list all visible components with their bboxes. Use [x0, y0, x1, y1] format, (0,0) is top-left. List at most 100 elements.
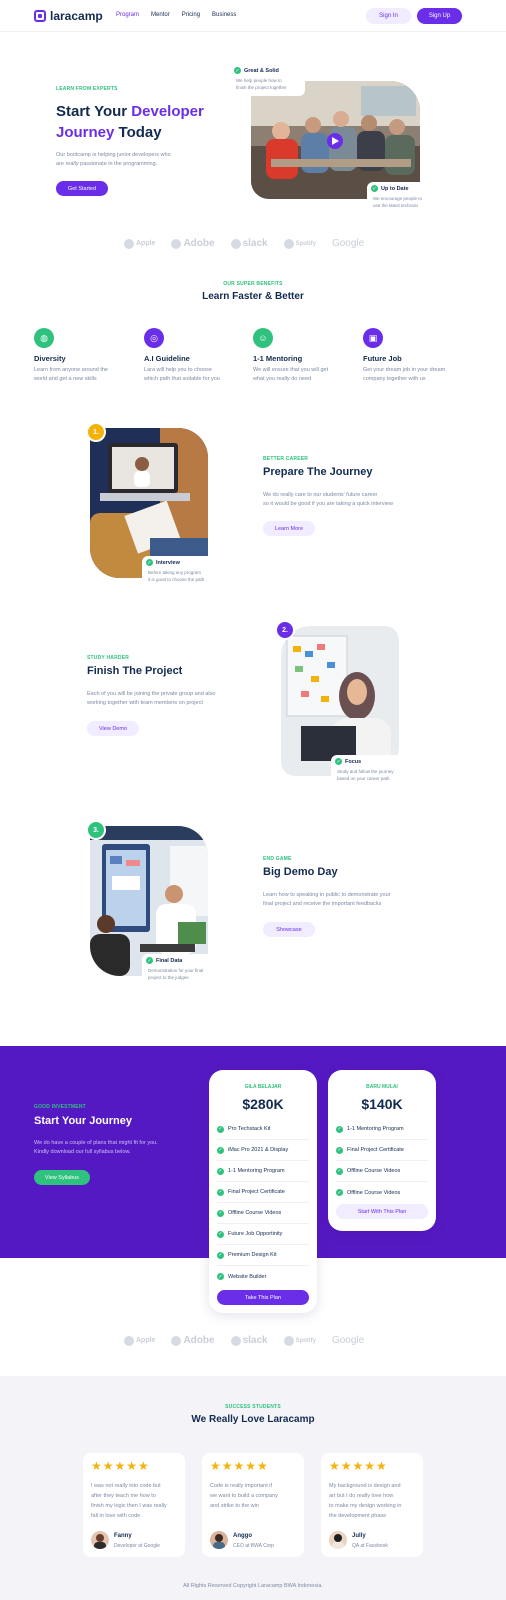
slack-icon [230, 238, 241, 249]
hero-desc-line: Our bootcamp is helping junior developer… [56, 152, 171, 158]
nav-pricing[interactable]: Pricing [182, 12, 200, 18]
step-title: Big Demo Day [263, 866, 338, 878]
tag-sub-line: finish the project together [236, 85, 287, 90]
tag-sub: Before taking any program it is good to c… [146, 569, 218, 583]
step-eyebrow: BETTER CAREER [263, 456, 309, 462]
sign-in-button[interactable]: Sign In [366, 8, 411, 24]
plan-feature-item: ✓ Future Job Opportinity [217, 1224, 309, 1245]
tag-sub-line: project to the judges [148, 975, 189, 980]
avatar [210, 1531, 228, 1549]
tag-sub: We encourage people to use the latest tec… [371, 195, 433, 209]
feature-title: A.I Guideline [144, 354, 190, 363]
view-demo-button[interactable]: View Demo [87, 721, 139, 736]
hero-title-highlight-2: Journey [56, 124, 115, 141]
step-eyebrow: END GAME [263, 856, 292, 862]
showcase-button[interactable]: Showcase [263, 922, 315, 937]
feature-title: 1-1 Mentoring [253, 354, 303, 363]
plan-feature-text: iMac Pro 2021 & Display [228, 1147, 289, 1153]
check-icon: ✓ [217, 1251, 224, 1259]
check-icon: ✓ [336, 1125, 343, 1133]
pricing-desc: We do have a couple of plans that might … [34, 1139, 158, 1157]
brand-text: Google [331, 1335, 365, 1346]
focus-tag: ✓ Focus Study and follow the journey based… [331, 755, 411, 789]
start-with-this-plan-button[interactable]: Start With This Plan [336, 1204, 428, 1219]
pricing-title: Start Your Journey [34, 1115, 133, 1127]
rating-stars-icon: ★★★★★ [329, 1459, 388, 1473]
testimonial-line: fall in love with code [91, 1513, 141, 1519]
tag-sub-line: We encourage people to [373, 196, 422, 201]
plan-feature-item: ✓ 1-1 Mentoring Program [336, 1119, 428, 1140]
testimonial-name: Anggo [233, 1533, 252, 1539]
plan-card-gila-belajar: GILA BELAJAR $280K ✓ Pro Techstack Kit ✓ i… [209, 1070, 317, 1313]
spotify-icon [283, 1335, 294, 1346]
check-icon: ✓ [336, 1189, 343, 1196]
slack-icon [230, 1335, 241, 1346]
feature-desc-line: company together with us [363, 376, 426, 382]
feature-desc-line: We will ensure that you will get [253, 367, 329, 373]
feature-desc: Learn from anyone around the world and ge… [34, 366, 134, 384]
tag-sub-line: Study and follow the journey [337, 769, 394, 774]
tag-sub-line: it is good to choose the path [148, 577, 205, 582]
final-data-tag: ✓ Final Data Demonstration for your final… [142, 954, 222, 988]
logo-icon [34, 10, 46, 22]
step-title: Prepare The Journey [263, 466, 373, 478]
nav-program[interactable]: Program [116, 12, 139, 18]
apple-logo: Apple [124, 1335, 156, 1346]
learn-more-button[interactable]: Learn More [263, 521, 315, 536]
feature-desc-line: Learn from anyone around the [34, 367, 108, 373]
plan-features: ✓ 1-1 Mentoring Program ✓ Final Project Ce… [336, 1119, 428, 1203]
brand-text: Spotify [295, 1337, 316, 1344]
feature-desc: Lara will help you to choose which path t… [144, 366, 244, 384]
brand-logos-bottom: Apple Adobe slack Spotify Google [124, 1335, 364, 1346]
check-icon: ✓ [336, 1146, 343, 1154]
nav-mentor[interactable]: Mentor [151, 12, 170, 18]
step-desc: Each of you will be joining the private … [87, 690, 215, 708]
hero-title-part-2: Today [114, 124, 162, 141]
view-syllabus-button[interactable]: View Syllabus [34, 1170, 90, 1185]
woman-laptop-image [281, 626, 399, 776]
logo[interactable]: laracamp [34, 9, 103, 23]
sign-up-button[interactable]: Sign Up [417, 8, 462, 24]
step-desc-line: Learn how to speaking in public to demon… [263, 892, 391, 898]
plan-label: BARU MULAI [366, 1084, 398, 1090]
testimonial-role: Developer at Google [114, 1543, 160, 1549]
spotify-icon [283, 238, 294, 249]
tag-title: ✓ Up to Date [371, 185, 433, 192]
check-icon: ✓ [217, 1230, 224, 1238]
testimonial-line: Code is really important if [210, 1483, 273, 1489]
step-desc-line: working together with team members on pr… [87, 700, 203, 706]
brand-text: Apple [136, 1337, 156, 1344]
plan-feature-text: Website Builder [228, 1273, 267, 1280]
step-desc-line: final project and receive the important … [263, 901, 382, 907]
plan-feature-item: ✓ 1-1 Mentoring Program [217, 1161, 309, 1182]
tag-sub-line: Before taking any program [148, 570, 202, 575]
check-icon: ✓ [336, 1167, 343, 1175]
plan-card-baru-mulai: BARU MULAI $140K ✓ 1-1 Mentoring Program … [328, 1070, 436, 1231]
plan-price: $140K [361, 1096, 403, 1112]
pricing-desc-line: We do have a couple of plans that might … [34, 1140, 158, 1146]
plan-feature-item: ✓ Website Builder [217, 1266, 309, 1287]
main-nav: Program Mentor Pricing Business [116, 12, 236, 18]
nav-business[interactable]: Business [212, 12, 236, 18]
tag-sub-line: We help people how to [236, 78, 282, 83]
feature-desc-line: Lara will help you to choose [144, 367, 212, 373]
step-desc: We do really care to our students' futur… [263, 491, 393, 509]
check-icon: ✓ [217, 1125, 224, 1133]
plan-features: ✓ Pro Techstack Kit ✓ iMac Pro 2021 & Disp… [217, 1119, 309, 1287]
tag-title: ✓ Great & Solid [234, 67, 301, 74]
adobe-logo: Adobe [171, 1335, 215, 1346]
plan-feature-text: Final Project Certificate [347, 1147, 404, 1153]
apple-icon [124, 1335, 134, 1346]
slack-logo: slack [230, 238, 268, 249]
brand-text: Apple [136, 240, 156, 247]
brand-text: Google [331, 238, 365, 249]
get-started-button[interactable]: Get Started [56, 181, 108, 196]
tag-title: ✓ Focus [335, 758, 407, 765]
take-this-plan-button[interactable]: Take This Plan [217, 1290, 309, 1305]
testimonial-card: ★★★★★ I was not really into code but afte… [83, 1453, 185, 1557]
logo-text: laracamp [50, 9, 103, 23]
testimonial-line: the development phase [329, 1513, 387, 1519]
tag-title-text: Interview [156, 559, 180, 566]
tag-sub-line: based on your career path [337, 776, 390, 781]
hero-desc-line: are really passionate in the programming… [56, 161, 158, 167]
